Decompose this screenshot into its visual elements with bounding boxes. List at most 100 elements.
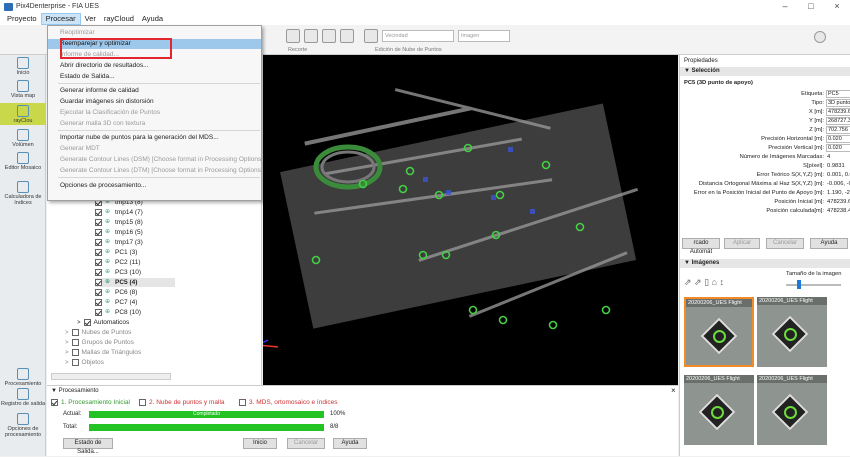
menu-item-run-point-classification[interactable]: Ejecutar la Clasificación de Puntos	[48, 108, 261, 118]
tree-row[interactable]: ⊕ tmp15 (8)	[95, 218, 143, 227]
tree-row[interactable]: ⊕ PC2 (11)	[95, 258, 141, 267]
tree-row[interactable]: > Objetos	[65, 358, 104, 367]
menu-item-reoptimize[interactable]: Reoptimizar	[48, 28, 261, 38]
menu-ayuda[interactable]: Ayuda	[138, 13, 167, 25]
step-3-checkbox-row[interactable]: 3. MDS, ortomosaico e índices	[239, 398, 338, 407]
layer-checkbox[interactable]	[71, 329, 79, 336]
neighborhood-select[interactable]: Vecindad	[382, 30, 454, 42]
menu-item-open-results-dir[interactable]: Abrir directorio de resultados...	[48, 61, 261, 71]
expand-arrow-icon[interactable]: >	[65, 350, 69, 356]
tree-row[interactable]: ⊕ PC8 (10)	[95, 308, 141, 317]
prop-value[interactable]: 0.020	[826, 135, 850, 143]
layer-checkbox[interactable]	[95, 239, 102, 246]
layer-checkbox[interactable]	[95, 209, 102, 216]
step-2-checkbox-row[interactable]: 2. Nube de puntos y malla	[139, 398, 225, 407]
cancel-button[interactable]: Cancelar	[766, 238, 804, 249]
layer-checkbox[interactable]	[95, 219, 102, 226]
selection-tool-icon[interactable]	[304, 29, 318, 43]
prop-value[interactable]: PC5	[826, 90, 850, 98]
sidebar-item-inicio[interactable]: Inicio	[0, 57, 46, 76]
sidebar-item-processing-options[interactable]: Opciones de procesamiento	[0, 413, 46, 438]
sidebar-item-mosaic-editor[interactable]: Editor Mosaico	[0, 152, 46, 171]
step-1-checkbox-row[interactable]: 1. Procesamiento Inicial	[51, 398, 130, 407]
layer-checkbox[interactable]	[83, 319, 91, 326]
image-thumbnail[interactable]: 20200206_UES Flight	[684, 375, 754, 445]
sidebar-item-mapview[interactable]: Vista map	[0, 80, 46, 99]
menu-ver[interactable]: Ver	[81, 13, 100, 25]
tree-row[interactable]: ⊕ tmp17 (3)	[95, 238, 143, 247]
image-select[interactable]: Imagen	[458, 30, 510, 42]
sidebar-item-index-calculator[interactable]: Calculadora de índices	[0, 181, 46, 206]
prop-value[interactable]: 268727.39	[826, 117, 850, 125]
step-3-checkbox[interactable]	[239, 399, 246, 406]
start-button[interactable]: Inicio	[243, 438, 277, 449]
tree-row[interactable]: ⊕ PC6 (8)	[95, 288, 137, 297]
tree-row[interactable]: ⊕ PC7 (4)	[95, 298, 137, 307]
tree-row[interactable]: ⊕ tmp14 (7)	[95, 208, 143, 217]
automatic-marking-button[interactable]: rcado Automát	[682, 238, 720, 255]
layer-checkbox[interactable]	[95, 299, 102, 306]
layer-checkbox[interactable]	[95, 269, 102, 276]
image-thumbnail[interactable]: 20200206_UES Flight	[757, 375, 827, 445]
close-panel-icon[interactable]: ×	[671, 386, 676, 395]
menu-item-generate-quality-report[interactable]: Generar informe de calidad	[48, 86, 261, 96]
prop-value[interactable]: 3D punto ...	[826, 99, 850, 107]
layer-checkbox[interactable]	[95, 259, 102, 266]
tree-row[interactable]: > Mallas de Triángulos	[65, 348, 141, 357]
expand-arrow-icon[interactable]: >	[65, 340, 69, 346]
menu-item-processing-options[interactable]: Opciones de procesamiento...	[48, 181, 261, 191]
sidebar-item-output-log[interactable]: Registro de salida	[0, 388, 46, 407]
image-thumbnail[interactable]: 20200206_UES Flight	[757, 297, 827, 367]
menu-item-save-undistorted[interactable]: Guardar imágenes sin distorsión	[48, 97, 261, 107]
images-section-header[interactable]: ▼ Imágenes	[680, 259, 850, 268]
menu-item-contour-dsm[interactable]: Generate Contour Lines (DSM) [Choose for…	[48, 155, 261, 165]
layer-checkbox[interactable]	[95, 289, 102, 296]
tree-row[interactable]: > Automaticos	[77, 318, 129, 327]
tree-row[interactable]: ⊕ PC1 (3)	[95, 248, 137, 257]
layer-checkbox[interactable]	[71, 359, 79, 366]
slider-handle[interactable]	[797, 280, 801, 289]
prop-value[interactable]: 0.020	[826, 144, 850, 152]
apply-button[interactable]: Aplicar	[724, 238, 760, 249]
step-1-checkbox[interactable]	[51, 399, 58, 406]
user-icon[interactable]	[814, 31, 826, 43]
menu-raycloud[interactable]: rayCloud	[100, 13, 138, 25]
expand-arrow-icon[interactable]: >	[65, 360, 69, 366]
layer-checkbox[interactable]	[95, 249, 102, 256]
minimize-button[interactable]: –	[774, 0, 796, 13]
menu-item-output-status[interactable]: Estado de Salida...	[48, 72, 261, 82]
image-thumbnail[interactable]: 20200206_UES Flight	[684, 297, 754, 367]
tree-row[interactable]: > Grupos de Puntos	[65, 338, 134, 347]
raycloud-3d-view[interactable]	[263, 55, 678, 385]
menu-item-generate-3d-mesh[interactable]: Generar malla 3D con textura	[48, 119, 261, 129]
prop-value[interactable]: 478239.63	[826, 108, 850, 116]
tree-row[interactable]: ⊕ PC3 (10)	[95, 268, 141, 277]
layer-tool-icon[interactable]	[340, 29, 354, 43]
tree-row-selected[interactable]: ⊕ PC5 (4)	[95, 278, 175, 287]
menu-item-contour-dtm[interactable]: Generate Contour Lines (DTM) [Choose for…	[48, 166, 261, 176]
maximize-button[interactable]: □	[800, 0, 822, 13]
tree-row[interactable]: ⊕ tmp16 (5)	[95, 228, 143, 237]
step-2-checkbox[interactable]	[139, 399, 146, 406]
horizontal-scrollbar[interactable]	[51, 373, 171, 380]
tree-row[interactable]: > Nubes de Puntos	[65, 328, 131, 337]
layer-checkbox[interactable]	[95, 279, 102, 286]
image-tools-icon[interactable]: ⇗ ⇗ ▯ ⌂ ↕	[684, 277, 724, 288]
help-button[interactable]: Ayuda	[810, 238, 848, 249]
layer-checkbox[interactable]	[95, 309, 102, 316]
layer-checkbox[interactable]	[71, 339, 79, 346]
prop-value[interactable]: 702.756	[826, 126, 850, 134]
menu-procesar[interactable]: Procesar	[40, 13, 81, 25]
view-tool-icon[interactable]	[364, 29, 378, 43]
expand-arrow-icon[interactable]: >	[77, 320, 81, 326]
processing-header[interactable]: ▼ Procesamiento	[51, 388, 99, 394]
menu-item-import-point-cloud[interactable]: Importar nube de puntos para la generaci…	[48, 133, 261, 143]
layer-checkbox[interactable]	[71, 349, 79, 356]
output-status-button[interactable]: Estado de Salida...	[63, 438, 113, 455]
menu-proyecto[interactable]: Proyecto	[3, 13, 41, 25]
close-button[interactable]: ×	[826, 0, 848, 13]
selection-section-header[interactable]: ▼ Selección	[680, 67, 850, 76]
sidebar-item-processing[interactable]: Procesamiento	[0, 368, 46, 387]
sidebar-item-raycloud[interactable]: rayClou	[0, 103, 46, 125]
sidebar-item-volumes[interactable]: Volúmen	[0, 129, 46, 148]
